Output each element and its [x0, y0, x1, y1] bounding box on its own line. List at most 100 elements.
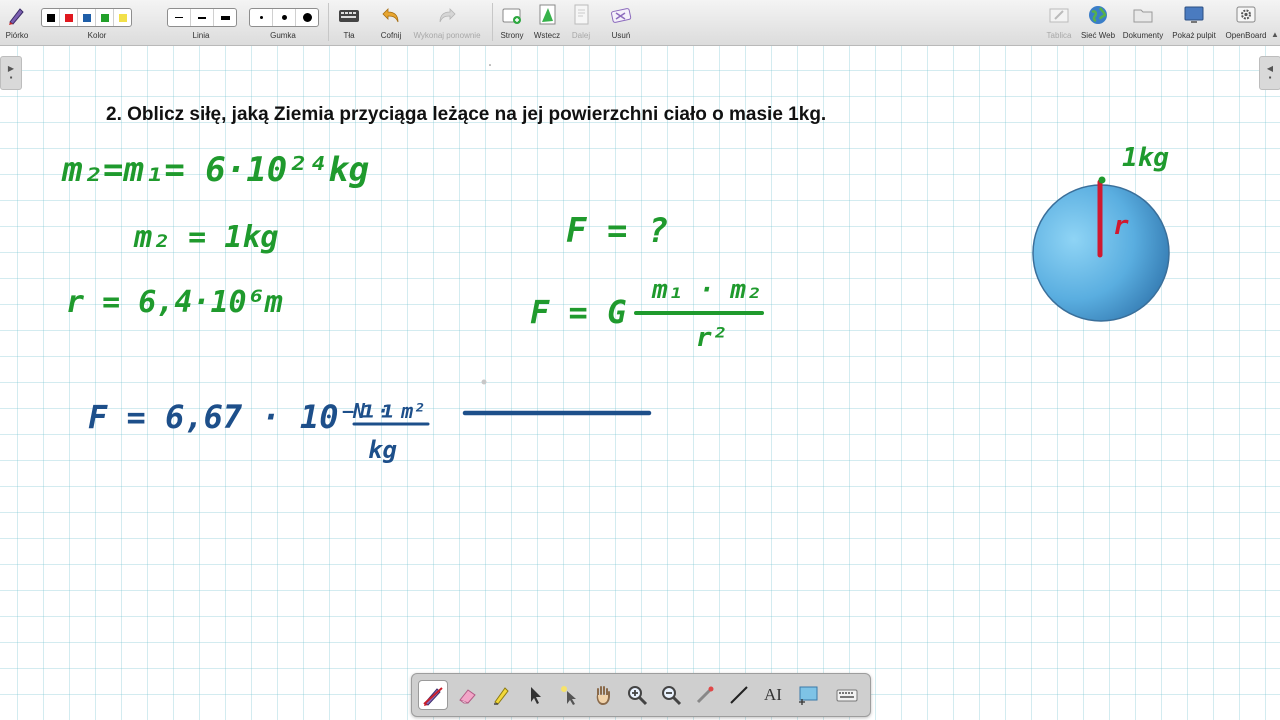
color-red-icon [64, 13, 73, 22]
stylus-capture-button[interactable] [794, 680, 824, 710]
backgrounds-button[interactable]: Tła [334, 0, 364, 45]
delete-button[interactable]: Usuń [606, 0, 636, 45]
stylus-marker-button[interactable] [486, 680, 516, 710]
left-panel-arrow-icon: ▶ [7, 64, 15, 73]
board-button[interactable]: Tablica [1042, 0, 1076, 45]
folder-icon [1133, 9, 1153, 23]
stylus-pointer-button[interactable] [520, 680, 550, 710]
stylus-keyboard-button[interactable] [832, 680, 862, 710]
right-panel-grip-icon: ▪ [1268, 73, 1272, 82]
globe-icon [1089, 6, 1107, 24]
color-yellow-icon [118, 13, 127, 22]
left-panel-grip-icon: ▪ [9, 73, 13, 82]
pages-button[interactable]: Strony [497, 0, 527, 45]
documents-button[interactable]: Dokumenty [1120, 0, 1166, 45]
redo-icon [439, 8, 456, 23]
stylus-text-button[interactable]: AI [758, 680, 788, 710]
line-icon [730, 686, 748, 704]
pointer-icon [531, 687, 541, 704]
right-panel-toggle[interactable]: ◀ ▪ [1259, 56, 1280, 90]
back-page-icon [539, 4, 556, 25]
zoom-out-icon [662, 686, 682, 706]
eraser-small-swatch[interactable] [250, 9, 273, 26]
pen-icon [423, 687, 443, 706]
settings-gear-icon [1236, 6, 1256, 23]
back-label: Wstecz [533, 31, 561, 40]
line-width-palette [167, 8, 237, 27]
pen-tool-button[interactable]: Piórko [0, 0, 34, 45]
left-panel-toggle[interactable]: ▶ ▪ [0, 56, 22, 90]
redo-button[interactable]: Wykonaj ponownie [410, 0, 484, 45]
line-thin-icon [175, 17, 183, 18]
web-button[interactable]: Sieć Web [1078, 0, 1118, 45]
eraser-medium-icon [281, 15, 287, 20]
color-palette [41, 8, 132, 27]
eraser-medium-swatch[interactable] [273, 9, 296, 26]
monitor-icon [1184, 6, 1204, 23]
capture-icon [799, 686, 818, 705]
stylus-laser-button[interactable] [690, 680, 720, 710]
color-black-icon [46, 13, 55, 22]
whiteboard-canvas[interactable] [0, 46, 1280, 720]
line-thin-swatch[interactable] [168, 9, 191, 26]
line-label: Linia [192, 31, 210, 40]
laser-pointer-icon [561, 686, 576, 705]
eraser-large-icon [302, 13, 312, 22]
show-desktop-button[interactable]: Pokaż pulpit [1168, 0, 1220, 45]
eraser-size-palette [249, 8, 319, 27]
line-thick-swatch[interactable] [214, 9, 236, 26]
eraser-small-icon [259, 16, 263, 19]
undo-button[interactable]: Cofnij [376, 0, 406, 45]
laser-icon [696, 686, 714, 704]
stylus-line-button[interactable] [724, 680, 754, 710]
eraser-label: Gumka [270, 31, 296, 40]
next-page-icon [574, 4, 589, 25]
delete-label: Usuń [611, 31, 631, 40]
show-desktop-label: Pokaż pulpit [1172, 31, 1216, 40]
line-medium-swatch[interactable] [191, 9, 214, 26]
color-yellow-swatch[interactable] [114, 9, 131, 26]
stylus-laser-pointer-button[interactable] [554, 680, 584, 710]
eraser-icon [459, 689, 476, 704]
color-group: Kolor [40, 0, 154, 45]
board-label: Tablica [1046, 31, 1072, 40]
right-panel-arrow-icon: ◀ [1266, 64, 1274, 73]
marker-icon [494, 687, 509, 705]
undo-icon [382, 8, 399, 23]
pages-label: Strony [500, 31, 524, 40]
text-icon: AI [764, 685, 782, 704]
stylus-hand-button[interactable] [588, 680, 618, 710]
delete-icon [611, 8, 632, 23]
task-text: 2. Oblicz siłę, jaką Ziemia przyciąga le… [106, 104, 827, 125]
color-blue-swatch[interactable] [78, 9, 96, 26]
redo-label: Wykonaj ponownie [413, 31, 481, 40]
stylus-eraser-button[interactable] [452, 680, 482, 710]
web-label: Sieć Web [1080, 31, 1116, 40]
eraser-group: Gumka [248, 0, 319, 45]
color-red-swatch[interactable] [60, 9, 78, 26]
board-icon [1049, 8, 1069, 23]
stylus-zoom-in-button[interactable] [622, 680, 652, 710]
next-button[interactable]: Dalej [566, 0, 596, 45]
line-thick-icon [220, 15, 230, 20]
eraser-large-swatch[interactable] [296, 9, 318, 26]
keyboard-grid-icon [339, 10, 359, 22]
keyboard-icon [836, 689, 858, 702]
color-green-swatch[interactable] [96, 9, 114, 26]
zoom-in-icon [628, 686, 648, 706]
undo-label: Cofnij [380, 31, 402, 40]
color-green-icon [100, 13, 109, 22]
color-black-swatch[interactable] [42, 9, 60, 26]
backgrounds-label: Tła [343, 31, 355, 40]
back-button[interactable]: Wstecz [530, 0, 564, 45]
toolbar-divider [328, 3, 329, 41]
openboard-button[interactable]: OpenBoard [1222, 0, 1270, 45]
hand-icon [596, 686, 610, 706]
line-medium-icon [198, 16, 206, 19]
stylus-pen-button[interactable] [418, 680, 448, 710]
next-label: Dalej [571, 31, 591, 40]
openboard-label: OpenBoard [1225, 31, 1267, 40]
collapse-chevron-icon[interactable]: ▲ [1271, 30, 1279, 39]
pen-icon [9, 8, 24, 25]
stylus-zoom-out-button[interactable] [656, 680, 686, 710]
